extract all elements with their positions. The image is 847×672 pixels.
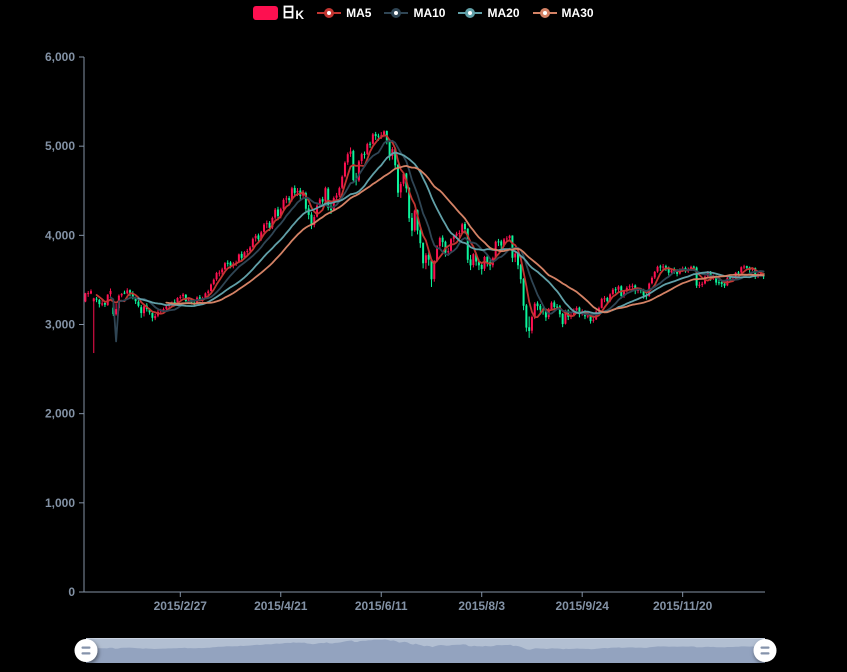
ma-line-ma5 [97,135,764,317]
datazoom-handle-left[interactable] [75,639,98,662]
legend-label: MA20 [487,6,519,20]
y-axis-label: 3,000 [45,318,75,332]
x-axis-label: 2015/9/24 [555,599,609,613]
ma-lines [97,135,764,342]
ma-line-ma10 [111,141,764,342]
datazoom-slider[interactable] [75,638,777,663]
x-axis-label: 2015/8/3 [458,599,505,613]
cjk-day-glyph [283,5,294,19]
ma5-legend-marker [317,7,341,19]
y-axis-label: 5,000 [45,139,75,153]
legend-item-k[interactable]: K [253,5,304,22]
y-axis-label: 4,000 [45,228,75,242]
candlestick-chart: 0 1,000 2,000 3,000 4,000 5,000 6,000 2015/2/27… [0,0,847,672]
y-axis-label: 6,000 [45,50,75,64]
axes: 0 1,000 2,000 3,000 4,000 5,000 6,000 2015/2/27… [45,50,765,613]
ma20-legend-marker [458,7,482,19]
x-axis-label: 2015/6/11 [355,599,408,613]
legend-item-ma5[interactable]: MA5 [317,6,371,20]
candlestick-legend-marker [253,6,278,20]
legend-label: MA5 [346,6,371,20]
x-axis-label: 2015/11/20 [653,599,713,613]
ma10-legend-marker [384,7,408,19]
legend-item-ma10[interactable]: MA10 [384,6,445,20]
legend-item-ma20[interactable]: MA20 [458,6,519,20]
x-axis-label: 2015/2/27 [154,599,208,613]
legend: K MA5 MA10 MA20 MA30 [0,4,847,22]
legend-label: MA10 [413,6,445,20]
candle-series [84,130,764,353]
x-axis-label: 2015/4/21 [254,599,308,613]
y-axis-label: 1,000 [45,496,75,510]
candlestick-app: { "page": { "background": "#000000" }, "… [0,0,847,672]
legend-label: MA30 [562,6,594,20]
legend-item-ma30[interactable]: MA30 [533,6,594,20]
ma30-legend-marker [533,7,557,19]
datazoom-handle-right[interactable] [754,639,777,662]
y-axis-label: 2,000 [45,407,75,421]
y-axis-label: 0 [68,585,75,599]
legend-label: K [283,5,304,22]
